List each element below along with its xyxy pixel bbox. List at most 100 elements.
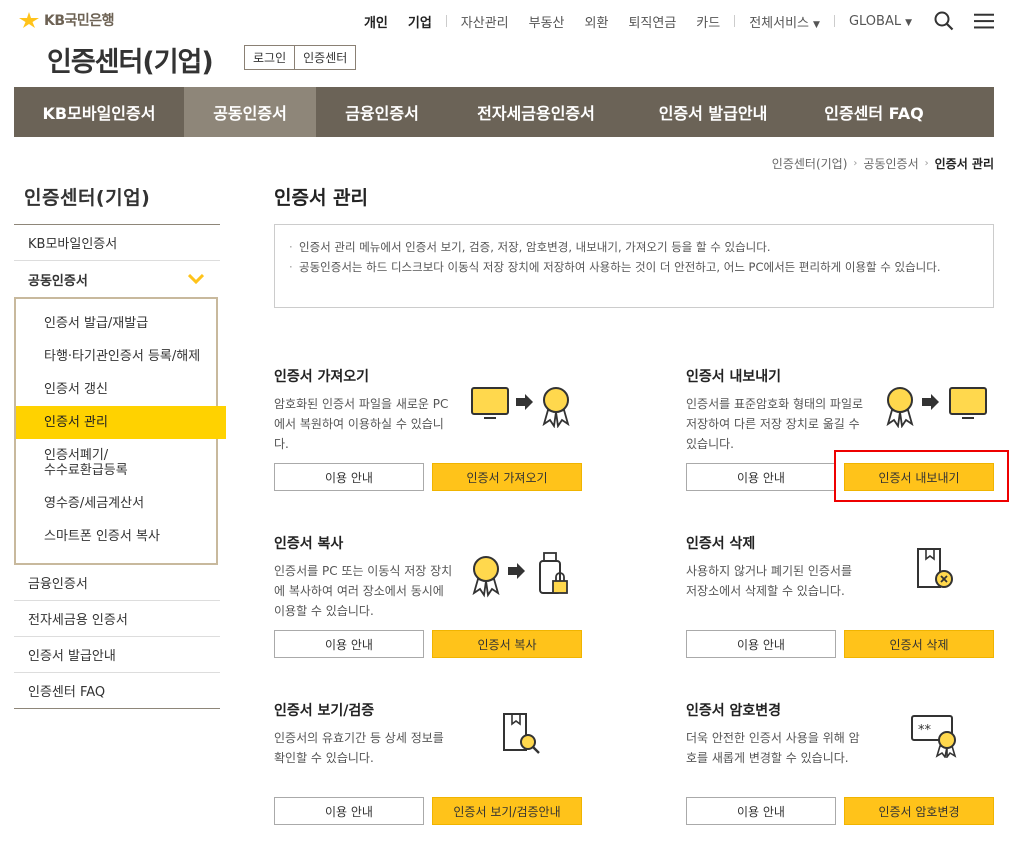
card-buttons: 이용 안내 인증서 삭제: [686, 630, 994, 658]
submenu-item-issue[interactable]: 인증서 발급/재발급: [16, 307, 216, 340]
medal-icon: [886, 387, 914, 429]
gnb-financial-cert[interactable]: 금융인증서: [316, 87, 448, 137]
export-illustration: [884, 382, 996, 432]
topnav-business[interactable]: 기업: [398, 12, 442, 31]
gnb-e-tax-cert[interactable]: 전자세금용인증서: [448, 87, 624, 137]
card-delete: 인증서 삭제 사용하지 않거나 폐기된 인증서를 저장소에서 삭제할 수 있습니…: [686, 533, 996, 658]
guide-button[interactable]: 이용 안내: [686, 797, 836, 825]
card-buttons: 이용 안내 인증서 복사: [274, 630, 582, 658]
gnb-issuance-guide[interactable]: 인증서 발급안내: [624, 87, 802, 137]
document-search-icon: [503, 713, 540, 754]
copy-cert-button[interactable]: 인증서 복사: [432, 630, 582, 658]
topnav-card[interactable]: 카드: [686, 12, 730, 31]
global-label: GLOBAL: [848, 13, 902, 29]
topnav-forex[interactable]: 외환: [575, 12, 619, 31]
sidebar-item-financial-cert[interactable]: 금융인증서: [14, 565, 220, 601]
monitor-icon: [949, 387, 987, 419]
sidebar-item-label: 공동인증서: [28, 273, 88, 289]
card-desc: 사용하지 않거나 폐기된 인증서를 저장소에서 삭제할 수 있습니다.: [686, 564, 853, 598]
topnav-asset[interactable]: 자산관리: [451, 12, 519, 31]
top-nav: 개인 기업 자산관리 부동산 외환 퇴직연금 카드 전체서비스 ▼ GLOBAL ▼: [354, 11, 1020, 31]
sidebar-item-issuance-guide[interactable]: 인증서 발급안내: [14, 637, 220, 673]
topnav-pension[interactable]: 퇴직연금: [618, 12, 686, 31]
search-icon[interactable]: [934, 11, 954, 31]
submenu-item-register[interactable]: 타행·타기관인증서 등록/해제: [16, 340, 216, 373]
all-services-label: 전체서비스: [749, 15, 810, 31]
sidebar-item-faq[interactable]: 인증센터 FAQ: [14, 673, 220, 709]
guide-button[interactable]: 이용 안내: [686, 463, 836, 491]
view-illustration: [500, 712, 544, 760]
card-view-verify: 인증서 보기/검증 인증서의 유효기간 등 상세 정보를 확인할 수 있습니다.…: [274, 700, 584, 825]
svg-text:**: **: [918, 723, 932, 738]
gnb-faq[interactable]: 인증센터 FAQ: [802, 87, 946, 137]
notice-text: 인증서 관리 메뉴에서 인증서 보기, 검증, 저장, 암호변경, 내보내기, …: [289, 237, 979, 257]
card-desc: 인증서를 표준암호화 형태의 파일로 저장하여 다른 저장 장치로 옮길 수 있…: [686, 397, 864, 451]
sidebar-title: 인증센터(기업): [24, 187, 151, 209]
page-title: 인증센터(기업): [47, 47, 214, 78]
topnav-global[interactable]: GLOBAL ▼: [839, 14, 922, 29]
import-cert-button[interactable]: 인증서 가져오기: [432, 463, 582, 491]
topnav-realestate[interactable]: 부동산: [519, 12, 575, 31]
breadcrumb-item[interactable]: 인증센터(기업): [772, 155, 848, 172]
password-cert-icon: **: [911, 715, 957, 760]
card-change-password: 인증서 암호변경 더욱 안전한 인증서 사용을 위해 암호를 새롭게 변경할 수…: [686, 700, 996, 825]
notice-box: 인증서 관리 메뉴에서 인증서 보기, 검증, 저장, 암호변경, 내보내기, …: [274, 224, 994, 308]
menu-icon[interactable]: [974, 11, 994, 31]
guide-button[interactable]: 이용 안내: [686, 630, 836, 658]
submenu-item-revoke[interactable]: 인증서폐기/ 수수료환급등록: [16, 439, 216, 487]
change-password-button[interactable]: 인증서 암호변경: [844, 797, 994, 825]
gnb-kb-mobile-cert[interactable]: KB모바일인증서: [14, 87, 184, 137]
delete-cert-button[interactable]: 인증서 삭제: [844, 630, 994, 658]
submenu-item-smartphone-copy[interactable]: 스마트폰 인증서 복사: [16, 520, 216, 553]
submenu-item-manage[interactable]: 인증서 관리: [16, 406, 226, 439]
submenu-item-renew[interactable]: 인증서 갱신: [16, 373, 216, 406]
sidebar-item-joint-cert[interactable]: 공동인증서: [14, 261, 220, 297]
sidebar-item-e-tax-cert[interactable]: 전자세금용 인증서: [14, 601, 220, 637]
divider: [833, 15, 835, 27]
medal-icon: [472, 556, 500, 598]
card-buttons: 이용 안내 인증서 가져오기: [274, 463, 582, 491]
title-tabs: 로그인 인증센터: [244, 45, 357, 70]
card-desc: 암호화된 인증서 파일을 새로운 PC에서 복원하여 이용하실 수 있습니다.: [274, 397, 449, 451]
chevron-down-icon: [188, 274, 204, 284]
login-tab[interactable]: 로그인: [244, 45, 296, 70]
breadcrumb: 인증센터(기업) › 공동인증서 › 인증서 관리: [772, 155, 994, 172]
arrow-right-icon: [516, 394, 533, 410]
card-import: 인증서 가져오기 암호화된 인증서 파일을 새로운 PC에서 복원하여 이용하실…: [274, 366, 584, 491]
card-desc: 인증서를 PC 또는 이동식 저장 장치에 복사하여 여러 장소에서 동시에 이…: [274, 564, 453, 618]
divider: [445, 15, 447, 27]
chevron-right-icon: ›: [924, 158, 929, 169]
topnav-all-services[interactable]: 전체서비스 ▼: [739, 12, 830, 31]
submenu-item-receipt[interactable]: 영수증/세금계산서: [16, 487, 216, 520]
guide-button[interactable]: 이용 안내: [274, 797, 424, 825]
breadcrumb-current: 인증서 관리: [934, 157, 994, 171]
kb-logo[interactable]: KB국민은행: [18, 10, 115, 30]
delete-illustration: [914, 547, 958, 595]
notice-text: 공동인증서는 하드 디스크보다 이동식 저장 장치에 저장하여 사용하는 것이 …: [289, 257, 979, 277]
sidebar-item-kb-mobile[interactable]: KB모바일인증서: [14, 225, 220, 261]
sidebar-submenu: 인증서 발급/재발급 타행·타기관인증서 등록/해제 인증서 갱신 인증서 관리…: [14, 297, 226, 565]
breadcrumb-item[interactable]: 공동인증서: [863, 155, 918, 172]
copy-illustration: [470, 549, 576, 603]
chevron-right-icon: ›: [853, 158, 858, 169]
guide-button[interactable]: 이용 안내: [274, 630, 424, 658]
medal-icon: [542, 387, 570, 429]
caret-down-icon: ▼: [905, 17, 912, 28]
guide-button[interactable]: 이용 안내: [274, 463, 424, 491]
password-illustration: **: [910, 712, 960, 762]
main-nav: KB모바일인증서 공동인증서 금융인증서 전자세금용인증서 인증서 발급안내 인…: [14, 87, 994, 137]
cert-center-tab[interactable]: 인증센터: [295, 45, 357, 70]
sidebar: KB모바일인증서 공동인증서 인증서 발급/재발급 타행·타기관인증서 등록/해…: [14, 224, 226, 709]
divider: [734, 15, 736, 27]
content-title: 인증서 관리: [274, 187, 369, 209]
document-delete-icon: [917, 548, 953, 588]
card-copy: 인증서 복사 인증서를 PC 또는 이동식 저장 장치에 복사하여 여러 장소에…: [274, 533, 584, 658]
import-illustration: [470, 382, 580, 432]
card-buttons: 이용 안내 인증서 보기/검증안내: [274, 797, 582, 825]
view-verify-button[interactable]: 인증서 보기/검증안내: [432, 797, 582, 825]
monitor-icon: [471, 387, 509, 419]
topnav-personal[interactable]: 개인: [354, 12, 398, 31]
kb-star-icon: [19, 12, 39, 28]
gnb-joint-cert[interactable]: 공동인증서: [184, 87, 316, 137]
caret-down-icon: ▼: [813, 19, 820, 30]
